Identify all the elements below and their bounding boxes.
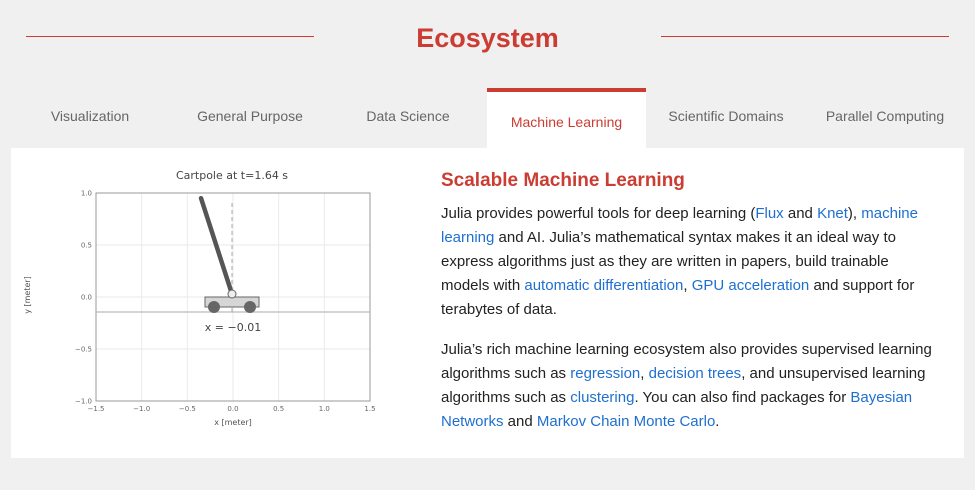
ml-description: Scalable Machine Learning Julia provides… bbox=[441, 168, 941, 450]
tab-general-purpose[interactable]: General Purpose bbox=[170, 88, 330, 148]
x-tick-label: −0.5 bbox=[179, 405, 196, 413]
x-tick-label: 0.0 bbox=[227, 405, 238, 413]
clustering-link[interactable]: clustering bbox=[570, 389, 634, 406]
tab-panel: Cartpole at t=1.64 s −1.5 −1.0 −0.5 0.0 0.5 1… bbox=[11, 148, 964, 458]
page-title: Ecosystem bbox=[416, 23, 559, 53]
paragraph-1: Julia provides powerful tools for deep l… bbox=[441, 205, 918, 318]
cart-position-annotation: x = −0.01 bbox=[205, 321, 261, 334]
y-tick-label: −0.5 bbox=[75, 346, 92, 354]
cart-wheel-left bbox=[208, 301, 220, 313]
x-tick-label: −1.5 bbox=[88, 405, 105, 413]
x-tick-label: 1.5 bbox=[364, 405, 375, 413]
decision-trees-link[interactable]: decision trees bbox=[649, 365, 742, 382]
markov-chain-monte-carlo-link[interactable]: Markov Chain Monte Carlo bbox=[537, 413, 715, 430]
pole bbox=[198, 195, 235, 297]
automatic-differentiation-link[interactable]: automatic differentiation bbox=[524, 277, 683, 294]
tab-data-science[interactable]: Data Science bbox=[328, 88, 488, 148]
flux-link[interactable]: Flux bbox=[755, 205, 783, 222]
cartpole-plot: Cartpole at t=1.64 s −1.5 −1.0 −0.5 0.0 0.5 1… bbox=[23, 169, 376, 427]
knet-link[interactable]: Knet bbox=[817, 205, 848, 222]
x-tick-label: 0.5 bbox=[273, 405, 284, 413]
y-tick-labels: 1.0 0.5 0.0 −0.5 −1.0 bbox=[75, 190, 92, 406]
title-rule-right bbox=[661, 36, 949, 37]
cart-wheel-right bbox=[244, 301, 256, 313]
paragraph-2: Julia’s rich machine learning ecosystem … bbox=[441, 341, 932, 430]
y-tick-label: 1.0 bbox=[81, 190, 92, 198]
y-axis-label: y [meter] bbox=[23, 276, 32, 314]
pole-hinge bbox=[227, 289, 237, 299]
plot-title: Cartpole at t=1.64 s bbox=[176, 169, 288, 182]
y-tick-label: 0.5 bbox=[81, 242, 92, 250]
regression-link[interactable]: regression bbox=[570, 365, 640, 382]
tab-scientific-domains[interactable]: Scientific Domains bbox=[646, 88, 806, 148]
ecosystem-tabs: Visualization General Purpose Data Scien… bbox=[10, 88, 965, 148]
x-tick-label: −1.0 bbox=[133, 405, 150, 413]
tab-parallel-computing[interactable]: Parallel Computing bbox=[805, 88, 965, 148]
x-axis-label: x [meter] bbox=[214, 418, 252, 427]
tab-visualization[interactable]: Visualization bbox=[10, 88, 170, 148]
y-tick-label: 0.0 bbox=[81, 294, 92, 302]
y-tick-label: −1.0 bbox=[75, 398, 92, 406]
gpu-acceleration-link[interactable]: GPU acceleration bbox=[692, 277, 810, 294]
x-tick-labels: −1.5 −1.0 −0.5 0.0 0.5 1.0 1.5 bbox=[88, 405, 376, 413]
cartpole bbox=[198, 195, 260, 313]
tab-machine-learning[interactable]: Machine Learning bbox=[487, 88, 646, 148]
section-heading: Scalable Machine Learning bbox=[441, 170, 685, 191]
x-tick-label: 1.0 bbox=[319, 405, 330, 413]
